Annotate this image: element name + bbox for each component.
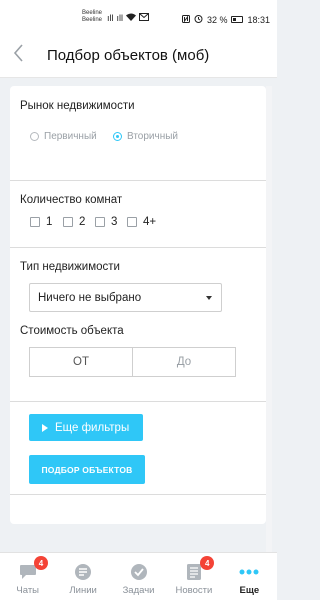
radio-primary[interactable]: Первичный: [30, 131, 97, 142]
mail-icon: [139, 13, 149, 23]
battery-percent: 32 %: [206, 14, 228, 25]
signal-icon: ıll: [107, 13, 114, 23]
play-icon: [42, 423, 48, 432]
room-checkbox-3[interactable]: 3: [95, 216, 117, 228]
notification-badge: 4: [200, 556, 215, 570]
select-value: Ничего не выбрано: [38, 292, 142, 304]
caret-down-icon: [206, 296, 212, 300]
checkbox[interactable]: [63, 217, 73, 227]
tab-label: Чаты: [16, 585, 39, 596]
page-title: Подбор объектов (моб): [47, 47, 210, 64]
price-from-input[interactable]: ОТ: [30, 348, 132, 376]
rooms-label: Количество комнат: [20, 194, 123, 206]
carrier-2: Beeline: [82, 17, 103, 23]
tab-label: Еще: [239, 585, 260, 596]
divider: [10, 180, 266, 181]
more-filters-button[interactable]: Еще фильтры: [29, 414, 143, 441]
tab-tasks[interactable]: Задачи: [111, 553, 166, 600]
divider: [10, 401, 266, 402]
tab-more[interactable]: Еще: [222, 553, 277, 600]
signal-icon: ıll: [116, 13, 124, 23]
price-label: Стоимость объекта: [20, 325, 124, 337]
alarm-icon: [194, 14, 203, 25]
battery-icon: [231, 16, 244, 23]
carrier-1: Beeline: [82, 10, 103, 16]
tab-label: Новости: [175, 585, 213, 596]
market-label: Рынок недвижимости: [20, 100, 135, 112]
divider: [10, 247, 266, 248]
tab-label: Линии: [69, 585, 97, 596]
signal-icons: ıll ıll: [107, 13, 149, 23]
divider: [10, 494, 266, 495]
carrier-labels: Beeline Beeline: [82, 10, 102, 24]
tab-lines[interactable]: Линии: [55, 553, 110, 600]
wifi-icon: [126, 13, 136, 23]
room-checkbox-4plus[interactable]: 4+: [127, 216, 156, 228]
price-to-input[interactable]: До: [132, 348, 235, 376]
tab-label: Задачи: [122, 585, 155, 596]
checkbox-label: 2: [79, 216, 86, 228]
checkbox-label: 1: [46, 216, 53, 228]
more-filters-label: Еще фильтры: [55, 421, 130, 434]
radio-secondary[interactable]: Вторичный: [113, 131, 178, 142]
price-from-placeholder: ОТ: [73, 356, 89, 368]
checkbox-label: 3: [111, 216, 118, 228]
price-range: ОТ До: [29, 347, 236, 377]
room-checkbox-1[interactable]: 1: [30, 216, 52, 228]
tab-chats[interactable]: Чаты 4: [0, 553, 55, 600]
submit-label: ПОДБОР ОБЪЕКТОВ: [41, 464, 133, 475]
chevron-left-icon[interactable]: [12, 43, 24, 67]
clock: 18:31: [247, 14, 270, 25]
checkbox[interactable]: [127, 217, 137, 227]
notification-badge: 4: [34, 556, 48, 570]
checkbox[interactable]: [30, 217, 40, 227]
more-icon: [239, 563, 259, 581]
room-checkbox-2[interactable]: 2: [63, 216, 85, 228]
property-type-label: Тип недвижимости: [20, 261, 120, 273]
submit-button[interactable]: ПОДБОР ОБЪЕКТОВ: [29, 455, 145, 484]
checkbox-label: 4+: [143, 216, 157, 228]
status-bar: Beeline Beeline ıll ıll 32 % 18:31: [0, 0, 277, 34]
radio-circle-selected[interactable]: [113, 132, 122, 141]
lines-icon: [73, 563, 93, 581]
property-type-select[interactable]: Ничего не выбрано: [29, 283, 222, 312]
tab-news[interactable]: Новости 4: [166, 553, 221, 600]
price-to-placeholder: До: [176, 356, 192, 368]
app-header: Подбор объектов (моб): [0, 34, 277, 78]
checkbox[interactable]: [95, 217, 105, 227]
nfc-icon: [181, 14, 190, 25]
radio-circle[interactable]: [30, 132, 39, 141]
scrollbar[interactable]: [266, 86, 272, 556]
status-right: 32 % 18:31: [181, 14, 270, 25]
radio-label: Вторичный: [127, 131, 179, 142]
check-icon: [129, 563, 149, 581]
bottom-tab-bar: Чаты 4 Линии Задачи Новости 4 Еще: [0, 552, 277, 600]
radio-label: Первичный: [44, 131, 97, 142]
